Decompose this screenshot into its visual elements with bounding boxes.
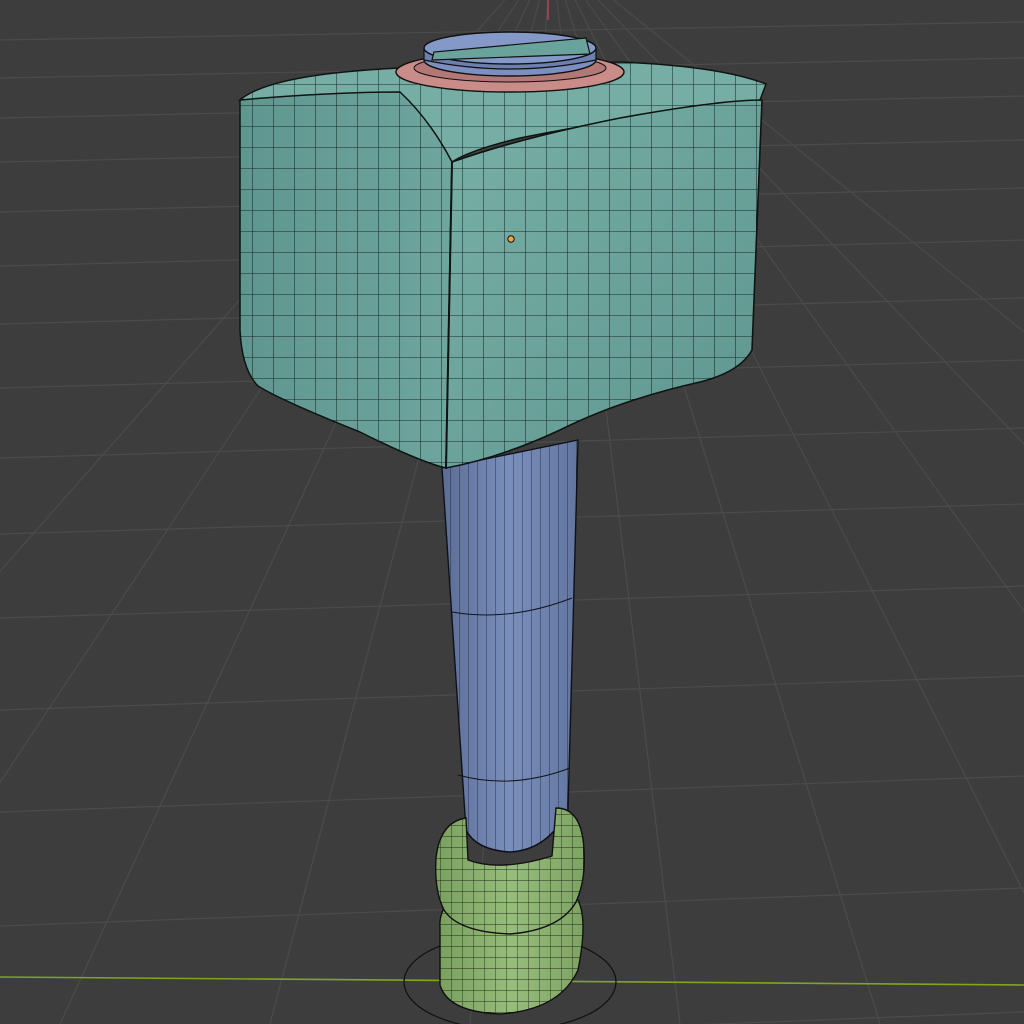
hammer-handle[interactable] <box>441 439 579 853</box>
hammer-top-cap[interactable] <box>423 31 597 77</box>
object-origin-point[interactable] <box>507 235 515 243</box>
3d-viewport[interactable] <box>0 0 1024 1024</box>
hammer-head[interactable] <box>237 61 767 469</box>
